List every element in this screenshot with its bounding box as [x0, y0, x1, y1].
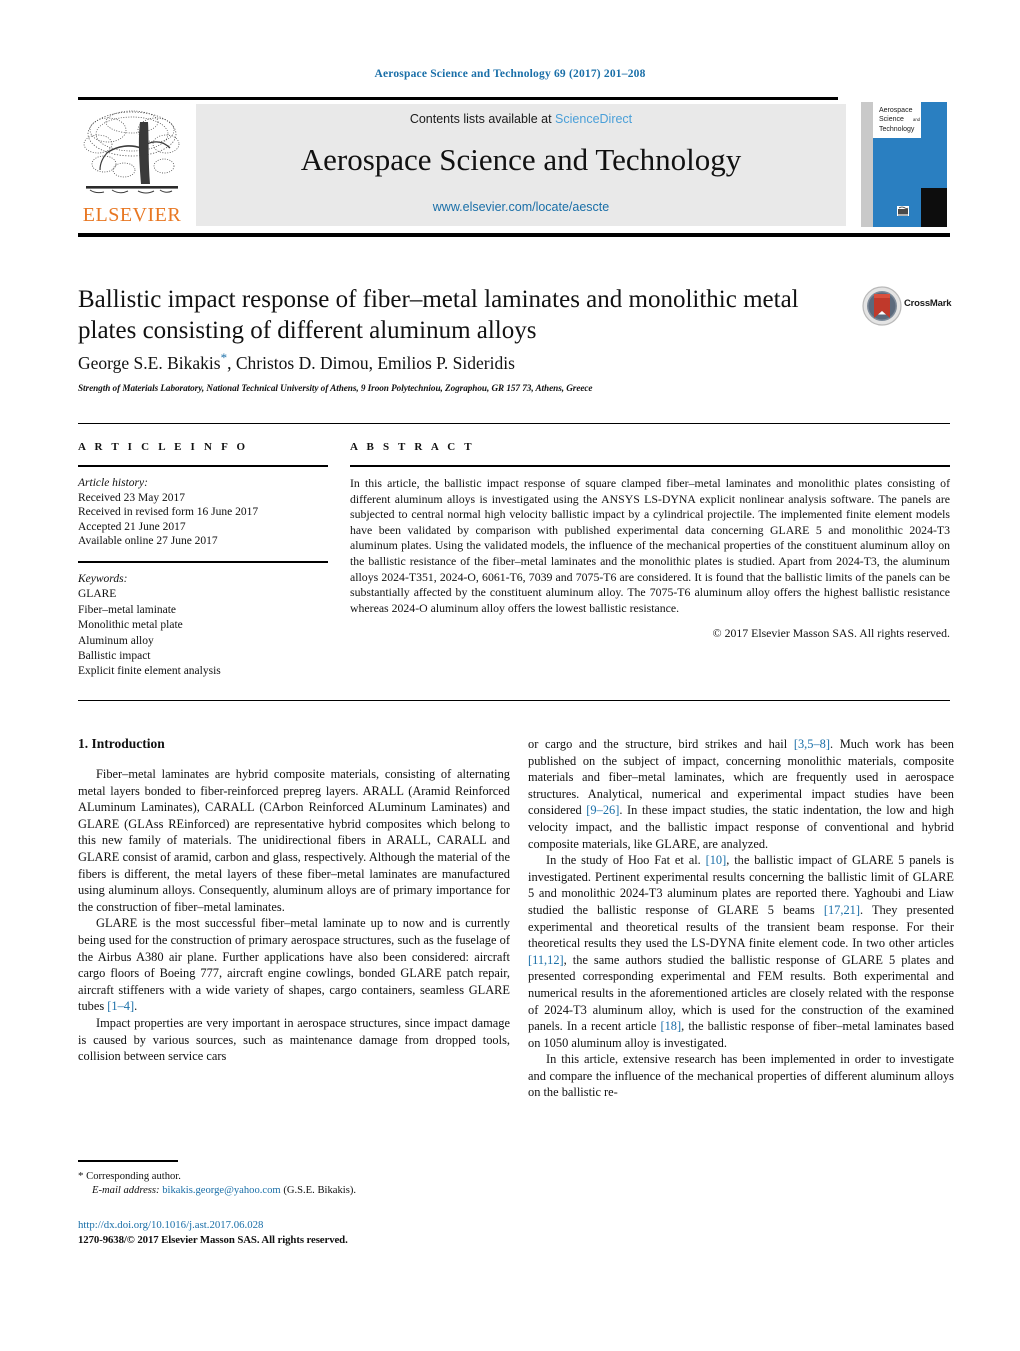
article-info-rule	[78, 465, 328, 467]
elsevier-wordmark: ELSEVIER	[82, 204, 182, 226]
abstract-text: In this article, the ballistic impact re…	[350, 476, 950, 615]
info-frame-top-rule	[78, 423, 950, 424]
article-info-heading: A R T I C L E I N F O	[78, 441, 249, 453]
info-frame-bottom-rule	[78, 700, 950, 701]
svg-text:Science: Science	[879, 116, 904, 123]
history-item: Accepted 21 June 2017	[78, 520, 186, 533]
journal-title: Aerospace Science and Technology	[300, 142, 742, 177]
masthead-top-rule	[78, 97, 838, 100]
running-head: Aerospace Science and Technology 69 (201…	[374, 68, 646, 80]
crossmark-icon	[862, 286, 902, 326]
keyword-item: GLARE	[78, 588, 117, 601]
paper-page: Aerospace Science and Technology 69 (201…	[0, 0, 1020, 1351]
journal-url-link[interactable]: www.elsevier.com/locate/aescte	[196, 200, 846, 214]
citation-link[interactable]: [1–4]	[107, 999, 134, 1013]
keyword-item: Fiber–metal laminate	[78, 603, 177, 616]
history-item: Available online 27 June 2017	[78, 535, 218, 548]
elsevier-tree-icon	[83, 110, 180, 194]
elsevier-logo: ELSEVIER	[78, 104, 186, 230]
keywords-header: Keywords:	[78, 572, 128, 585]
page-title: Ballistic impact response of fiber–metal…	[78, 286, 799, 344]
body-left-column: 1. Introduction Fiber–metal laminates ar…	[78, 736, 510, 1065]
body-right-column: or cargo and the structure, bird strikes…	[528, 736, 954, 1101]
section-heading-introduction: 1. Introduction	[78, 736, 165, 751]
keyword-item: Ballistic impact	[78, 650, 151, 662]
email-label: E-mail address:	[92, 1184, 160, 1196]
svg-text:and: and	[913, 117, 921, 122]
journal-cover-image: Aerospace Science and Technology	[857, 98, 951, 231]
citation-link[interactable]: [18]	[660, 1019, 681, 1033]
abstract-rule	[350, 465, 950, 467]
paragraph-text: In the study of Hoo Fat et al.	[546, 853, 706, 868]
keyword-item: Explicit finite element analysis	[78, 665, 221, 678]
corresponding-author-note: Corresponding author.	[86, 1170, 181, 1182]
author-corresponding: George S.E. Bikakis	[78, 352, 221, 373]
abstract-copyright: © 2017 Elsevier Masson SAS. All rights r…	[712, 626, 950, 641]
contents-lists-line: Contents lists available at ScienceDirec…	[196, 112, 846, 126]
footnote-text: * Corresponding author. E-mail address: …	[78, 1169, 510, 1198]
article-info-column: A R T I C L E I N F O Article history: R…	[78, 441, 328, 680]
masthead-bottom-rule	[78, 233, 950, 237]
paragraph-text: GLARE is the most successful fiber–metal…	[78, 916, 510, 1014]
abstract-column: A B S T R A C T In this article, the bal…	[350, 441, 950, 641]
paragraph: In this article, extensive research has …	[528, 1052, 954, 1100]
svg-text:Technology: Technology	[879, 126, 915, 133]
keyword-item: Monolithic metal plate	[78, 619, 183, 632]
history-item: Received 23 May 2017	[78, 491, 185, 504]
history-item: Received in revised form 16 June 2017	[78, 506, 259, 519]
citation-link[interactable]: [9–26]	[586, 803, 619, 817]
email-link[interactable]: bikakis.george@yahoo.com	[162, 1185, 280, 1196]
keywords-block: Keywords: GLARE Fiber–metal laminate Mon…	[78, 572, 328, 680]
doi-link[interactable]: http://dx.doi.org/10.1016/j.ast.2017.06.…	[78, 1218, 538, 1233]
paragraph: or cargo and the structure, bird strikes…	[528, 736, 954, 852]
journal-cover-thumbnail: Aerospace Science and Technology	[856, 97, 952, 232]
crossmark-label: CrossMark	[904, 298, 952, 309]
citation-link[interactable]: [10]	[706, 853, 727, 867]
issn-copyright: 1270-9638/© 2017 Elsevier Masson SAS. Al…	[78, 1233, 348, 1246]
paragraph: Impact properties are very important in …	[78, 1015, 510, 1064]
sciencedirect-link[interactable]: ScienceDirect	[555, 112, 632, 126]
citation-link[interactable]: [3,5–8]	[794, 737, 830, 751]
footer-doi-block: http://dx.doi.org/10.1016/j.ast.2017.06.…	[78, 1218, 538, 1247]
paragraph: In the study of Hoo Fat et al. [10], the…	[528, 852, 954, 1051]
abstract-heading: A B S T R A C T	[350, 441, 475, 453]
footnote-rule	[78, 1160, 178, 1162]
author-list: George S.E. Bikakis*, Christos D. Dimou,…	[78, 350, 878, 374]
keywords-rule	[78, 560, 328, 563]
footnote-mark: *	[78, 1169, 84, 1182]
email-owner: (G.S.E. Bikakis).	[283, 1184, 356, 1196]
contents-band: Contents lists available at ScienceDirec…	[196, 104, 846, 226]
citation-link[interactable]: [17,21]	[824, 903, 860, 917]
paragraph: Fiber–metal laminates are hybrid composi…	[78, 767, 510, 914]
keyword-item: Aluminum alloy	[78, 634, 154, 647]
contents-prefix: Contents lists available at	[409, 112, 556, 126]
article-history-block: Article history: Received 23 May 2017 Re…	[78, 476, 328, 549]
paragraph-text: or cargo and the structure, bird strikes…	[528, 737, 794, 751]
citation-link[interactable]: [11,12]	[528, 953, 564, 967]
affiliation: Strength of Materials Laboratory, Nation…	[78, 383, 593, 393]
crossmark-badge[interactable]: CrossMark	[862, 286, 954, 326]
paragraph: GLARE is the most successful fiber–metal…	[78, 916, 510, 1014]
svg-text:Aerospace: Aerospace	[879, 107, 913, 114]
footnote-block: * Corresponding author. E-mail address: …	[78, 1160, 510, 1198]
article-history-header: Article history:	[78, 477, 148, 489]
author-others: , Christos D. Dimou, Emilios P. Sideridi…	[227, 352, 515, 373]
